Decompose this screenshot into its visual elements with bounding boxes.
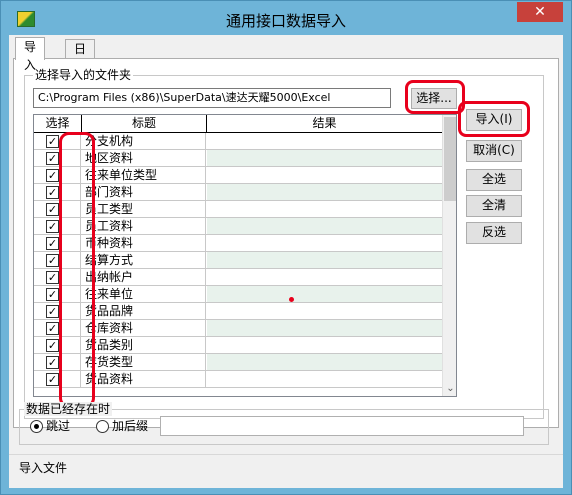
row-checkbox[interactable]: ✓	[46, 203, 59, 216]
row-title: 往来单位	[82, 286, 206, 302]
row-result	[207, 320, 442, 336]
radio-selected-dot	[34, 424, 39, 429]
invert-selection-button[interactable]: 反选	[466, 222, 522, 244]
row-result	[207, 269, 442, 285]
title-bar[interactable]: 通用接口数据导入 ✕	[1, 1, 571, 35]
scroll-thumb[interactable]	[444, 117, 456, 201]
append-suffix-radio-label[interactable]: 加后缀	[112, 419, 148, 433]
window-title: 通用接口数据导入	[225, 12, 346, 30]
table-row[interactable]: ✓ 部门资料	[34, 184, 442, 201]
table-row[interactable]: ✓ 往来单位类型	[34, 167, 442, 184]
row-checkbox[interactable]: ✓	[46, 305, 59, 318]
row-checkbox[interactable]: ✓	[46, 288, 59, 301]
row-checkbox[interactable]: ✓	[46, 152, 59, 165]
row-title: 员工类型	[82, 201, 206, 217]
row-result	[207, 201, 442, 217]
table-row[interactable]: ✓ 员工类型	[34, 201, 442, 218]
row-checkbox[interactable]: ✓	[46, 135, 59, 148]
row-result	[207, 184, 442, 200]
checkbox-column-highlight-ring	[59, 132, 95, 408]
row-result	[207, 337, 442, 353]
row-title: 往来单位类型	[82, 167, 206, 183]
row-title: 货品资料	[82, 371, 206, 387]
append-suffix-radio[interactable]	[96, 420, 109, 433]
row-result	[207, 150, 442, 166]
row-title: 员工资料	[82, 218, 206, 234]
table-row[interactable]: ✓ 货品品牌	[34, 303, 442, 320]
row-checkbox[interactable]: ✓	[46, 169, 59, 182]
row-result	[207, 286, 442, 302]
import-tab-panel: 选择导入的文件夹 C:\Program Files (x86)\SuperDat…	[13, 58, 559, 428]
table-row[interactable]: ✓ 币种资料	[34, 235, 442, 252]
column-header-title[interactable]: 标题	[82, 115, 207, 133]
row-checkbox[interactable]: ✓	[46, 322, 59, 335]
row-checkbox[interactable]: ✓	[46, 373, 59, 386]
table-row[interactable]: ✓ 货品类别	[34, 337, 442, 354]
row-result	[207, 371, 442, 387]
table-row[interactable]: ✓ 往来单位	[34, 286, 442, 303]
row-checkbox[interactable]: ✓	[46, 254, 59, 267]
browse-highlight-ring	[405, 80, 465, 114]
annotation-dot	[289, 297, 294, 302]
row-result	[207, 235, 442, 251]
table-row[interactable]: ✓ 结算方式	[34, 252, 442, 269]
table-row[interactable]: ✓ 存货类型	[34, 354, 442, 371]
row-title: 仓库资料	[82, 320, 206, 336]
row-title: 币种资料	[82, 235, 206, 251]
import-window: 通用接口数据导入 ✕ 导入 日志 选择导入的文件夹 C:\Program Fil…	[0, 0, 572, 495]
row-result	[207, 303, 442, 319]
client-area: 导入 日志 选择导入的文件夹 C:\Program Files (x86)\Su…	[9, 35, 563, 488]
folder-path-field[interactable]: C:\Program Files (x86)\SuperData\速达天耀500…	[33, 88, 391, 108]
row-result	[207, 252, 442, 268]
table-row[interactable]: ✓ 仓库资料	[34, 320, 442, 337]
cancel-button[interactable]: 取消(C)	[466, 140, 522, 162]
row-result	[207, 354, 442, 370]
grid-rows: ✓ 分支机构 ✓ 地区资料 ✓ 往来单位类型 ✓ 部门资料 ✓ 员工类型 ✓ 员…	[34, 133, 442, 388]
tab-import[interactable]: 导入	[15, 37, 46, 72]
column-header-result[interactable]: 结果	[207, 115, 442, 133]
clear-all-button[interactable]: 全清	[466, 195, 522, 217]
tab-log[interactable]: 日志	[65, 39, 96, 74]
import-items-grid: 选择 标题 结果 ✓ 分支机构 ✓ 地区资料 ✓ 往来单位类型 ✓ 部门资料 ✓…	[33, 114, 457, 397]
row-result	[207, 218, 442, 234]
row-checkbox[interactable]: ✓	[46, 339, 59, 352]
skip-radio[interactable]	[30, 420, 43, 433]
skip-radio-label[interactable]: 跳过	[46, 419, 70, 433]
grid-header: 选择 标题 结果	[34, 115, 442, 133]
import-highlight-ring	[458, 101, 530, 137]
row-title: 分支机构	[82, 133, 206, 149]
row-title: 地区资料	[82, 150, 206, 166]
row-result	[207, 133, 442, 149]
row-checkbox[interactable]: ✓	[46, 186, 59, 199]
table-row[interactable]: ✓ 出纳帐户	[34, 269, 442, 286]
folder-group-label: 选择导入的文件夹	[33, 68, 134, 82]
table-row[interactable]: ✓ 地区资料	[34, 150, 442, 167]
row-title: 货品类别	[82, 337, 206, 353]
row-checkbox[interactable]: ✓	[46, 356, 59, 369]
row-title: 货品品牌	[82, 303, 206, 319]
table-row[interactable]: ✓ 货品资料	[34, 371, 442, 388]
row-title: 部门资料	[82, 184, 206, 200]
row-title: 结算方式	[82, 252, 206, 268]
row-checkbox[interactable]: ✓	[46, 237, 59, 250]
row-checkbox[interactable]: ✓	[46, 220, 59, 233]
status-label: 导入文件	[19, 461, 68, 475]
existing-data-label: 数据已经存在时	[24, 402, 113, 416]
grid-scrollbar[interactable]: ⌄	[442, 115, 456, 396]
table-row[interactable]: ✓ 分支机构	[34, 133, 442, 150]
table-row[interactable]: ✓ 员工资料	[34, 218, 442, 235]
row-result	[207, 167, 442, 183]
select-all-button[interactable]: 全选	[466, 169, 522, 191]
status-area: 导入文件	[9, 454, 563, 488]
existing-data-group: 数据已经存在时 跳过 加后缀	[19, 402, 549, 445]
row-title: 出纳帐户	[82, 269, 206, 285]
suffix-input[interactable]	[160, 416, 524, 436]
chevron-down-icon[interactable]: ⌄	[443, 383, 456, 394]
row-checkbox[interactable]: ✓	[46, 271, 59, 284]
column-header-select[interactable]: 选择	[34, 115, 82, 133]
row-title: 存货类型	[82, 354, 206, 370]
close-button[interactable]: ✕	[517, 2, 563, 22]
